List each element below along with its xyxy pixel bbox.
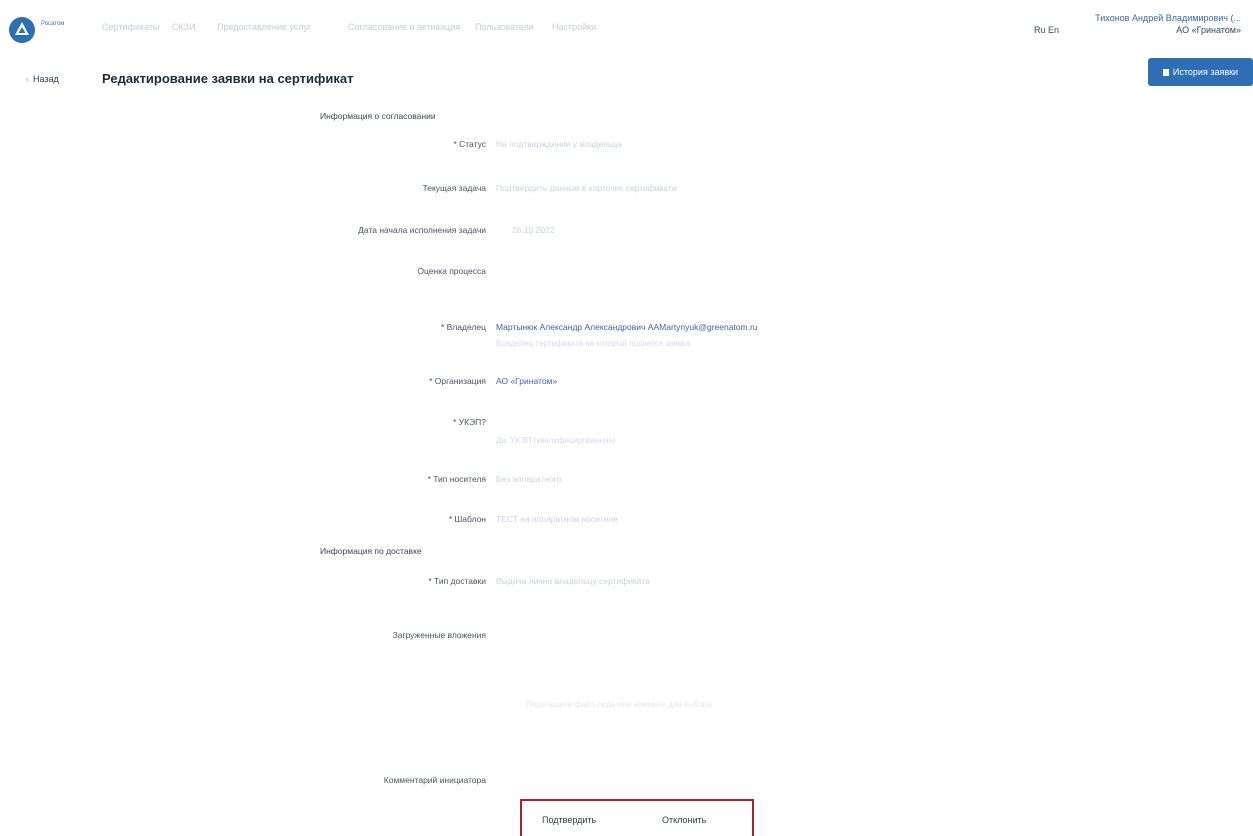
delivery-type-value: Выдача лично владельцу сертификата — [496, 576, 650, 586]
history-button-label: История заявки — [1172, 67, 1239, 77]
status-value: На подтверждении у владельца — [496, 139, 623, 149]
carrier-type-label: * Тип носителя — [427, 474, 486, 484]
arrow-left-icon: ‹ — [26, 74, 29, 84]
template-label: * Шаблон — [448, 514, 486, 524]
organization-value[interactable]: АО «Гринатом» — [496, 376, 557, 386]
start-date-label: Дата начала исполнения задачи — [358, 225, 486, 235]
owner-label: * Владелец — [441, 322, 486, 332]
nav-item-skzi[interactable]: СКЗИ — [172, 22, 196, 32]
reject-button[interactable]: Отклонить — [662, 815, 706, 825]
current-task-label: Текущая задача — [422, 183, 486, 193]
user-name[interactable]: Тихонов Андрей Владимирович (... — [1095, 12, 1241, 24]
organization-label: * Организация — [429, 376, 486, 386]
current-task-value: Подтвердить данные в карточке сертификат… — [496, 183, 677, 193]
user-info[interactable]: Тихонов Андрей Владимирович (... АО «Гри… — [1095, 12, 1241, 36]
language-switch[interactable]: Ru En — [1034, 25, 1059, 35]
owner-value[interactable]: Мартынюк Александр Александрович AAMarty… — [496, 322, 758, 332]
file-drop-zone[interactable]: Перетащите файл сюда или нажмите для выб… — [526, 700, 712, 709]
confirm-button[interactable]: Подтвердить — [542, 815, 596, 825]
top-navigation-bar: Росатом Сертификаты СКЗИ Предоставление … — [0, 0, 1253, 58]
ukep-value: Да, УКЭП (квалифицированная) — [496, 436, 616, 445]
start-date-value: 26.10.2022 — [512, 225, 555, 235]
carrier-type-value: Без аппаратного — [496, 474, 562, 484]
logo-text: Росатом — [41, 21, 65, 27]
nav-item-users[interactable]: Пользователи — [475, 22, 534, 32]
section-delivery-info: Информация по доставке — [320, 546, 422, 556]
nav-item-services[interactable]: Предоставление услуг — [217, 22, 311, 32]
delivery-type-label: * Тип доставки — [428, 576, 486, 586]
user-organization: АО «Гринатом» — [1176, 25, 1241, 35]
attachments-label: Загруженные вложения — [392, 630, 486, 640]
request-history-button[interactable]: История заявки — [1148, 58, 1253, 86]
page-title: Редактирование заявки на сертификат — [102, 71, 354, 86]
document-icon — [1162, 68, 1169, 76]
nav-item-certificates[interactable]: Сертификаты — [102, 22, 159, 32]
section-approval-info: Информация о согласовании — [320, 111, 436, 121]
template-value: ТЕСТ на аппаратном носителе — [496, 514, 618, 524]
owner-hint: Владелец сертификата на который подается… — [496, 339, 691, 348]
back-link[interactable]: ‹ Назад — [26, 74, 59, 84]
nav-item-approval[interactable]: Согласование и активация — [348, 22, 460, 32]
comment-label: Комментарий инициатора — [383, 775, 486, 785]
process-rating-label: Оценка процесса — [417, 266, 486, 276]
back-label: Назад — [33, 74, 59, 84]
rosatom-logo-icon[interactable] — [8, 16, 36, 44]
nav-item-settings[interactable]: Настройки — [552, 22, 596, 32]
ukep-label: * УКЭП? — [453, 417, 486, 427]
status-label: * Статус — [453, 139, 486, 149]
